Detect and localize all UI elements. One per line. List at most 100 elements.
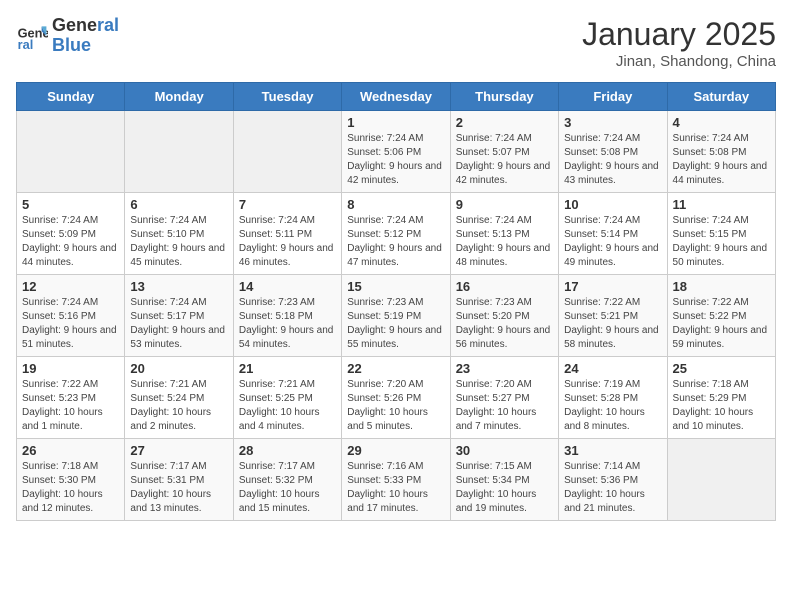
calendar-header-row: SundayMondayTuesdayWednesdayThursdayFrid… [17, 83, 776, 111]
day-header-tuesday: Tuesday [233, 83, 341, 111]
day-header-friday: Friday [559, 83, 667, 111]
day-info: Sunrise: 7:24 AM Sunset: 5:08 PM Dayligh… [564, 132, 661, 188]
day-number: 25 [673, 361, 770, 376]
day-number: 11 [673, 197, 770, 212]
day-info: Sunrise: 7:24 AM Sunset: 5:10 PM Dayligh… [130, 214, 227, 270]
calendar-cell: 26 Sunrise: 7:18 AM Sunset: 5:30 PM Dayli… [17, 439, 125, 521]
day-number: 20 [130, 361, 227, 376]
calendar-cell: 1 Sunrise: 7:24 AM Sunset: 5:06 PM Daylig… [342, 111, 450, 193]
day-info: Sunrise: 7:19 AM Sunset: 5:28 PM Dayligh… [564, 378, 661, 434]
calendar-cell: 13 Sunrise: 7:24 AM Sunset: 5:17 PM Dayli… [125, 275, 233, 357]
day-header-thursday: Thursday [450, 83, 558, 111]
day-info: Sunrise: 7:22 AM Sunset: 5:21 PM Dayligh… [564, 296, 661, 352]
day-number: 21 [239, 361, 336, 376]
day-number: 26 [22, 443, 119, 458]
day-number: 30 [456, 443, 553, 458]
day-info: Sunrise: 7:22 AM Sunset: 5:22 PM Dayligh… [673, 296, 770, 352]
calendar-cell: 2Sunrise: 7:24 AM Sunset: 5:07 PM Daylig… [450, 111, 558, 193]
day-info: Sunrise: 7:24 AM Sunset: 5:11 PM Dayligh… [239, 214, 336, 270]
day-number: 4 [673, 115, 770, 130]
day-header-saturday: Saturday [667, 83, 775, 111]
day-number: 3 [564, 115, 661, 130]
calendar-cell: 18 Sunrise: 7:22 AM Sunset: 5:22 PM Dayli… [667, 275, 775, 357]
calendar-cell: 11 Sunrise: 7:24 AM Sunset: 5:15 PM Dayli… [667, 193, 775, 275]
svg-text:ral: ral [18, 37, 34, 52]
calendar-cell: 23 Sunrise: 7:20 AM Sunset: 5:27 PM Dayli… [450, 357, 558, 439]
calendar-cell: 22Sunrise: 7:20 AM Sunset: 5:26 PM Dayli… [342, 357, 450, 439]
day-number: 7 [239, 197, 336, 212]
day-number: 27 [130, 443, 227, 458]
calendar-cell: 14Sunrise: 7:23 AM Sunset: 5:18 PM Dayli… [233, 275, 341, 357]
calendar-cell [667, 439, 775, 521]
day-info: Sunrise: 7:21 AM Sunset: 5:25 PM Dayligh… [239, 378, 336, 434]
day-number: 1 [347, 115, 444, 130]
calendar-cell: 15 Sunrise: 7:23 AM Sunset: 5:19 PM Dayli… [342, 275, 450, 357]
calendar-cell: 27 Sunrise: 7:17 AM Sunset: 5:31 PM Dayli… [125, 439, 233, 521]
calendar-cell: 31Sunrise: 7:14 AM Sunset: 5:36 PM Dayli… [559, 439, 667, 521]
calendar-cell: 25 Sunrise: 7:18 AM Sunset: 5:29 PM Dayli… [667, 357, 775, 439]
day-header-monday: Monday [125, 83, 233, 111]
day-info: Sunrise: 7:17 AM Sunset: 5:31 PM Dayligh… [130, 460, 227, 516]
calendar-cell: 21 Sunrise: 7:21 AM Sunset: 5:25 PM Dayli… [233, 357, 341, 439]
calendar-cell: 9Sunrise: 7:24 AM Sunset: 5:13 PM Daylig… [450, 193, 558, 275]
calendar-cell: 7 Sunrise: 7:24 AM Sunset: 5:11 PM Daylig… [233, 193, 341, 275]
day-info: Sunrise: 7:20 AM Sunset: 5:26 PM Dayligh… [347, 378, 444, 434]
day-number: 15 [347, 279, 444, 294]
calendar-cell [233, 111, 341, 193]
day-number: 14 [239, 279, 336, 294]
day-info: Sunrise: 7:24 AM Sunset: 5:06 PM Dayligh… [347, 132, 444, 188]
calendar-table: SundayMondayTuesdayWednesdayThursdayFrid… [16, 82, 776, 521]
calendar-cell: 17 Sunrise: 7:22 AM Sunset: 5:21 PM Dayli… [559, 275, 667, 357]
title-block: January 2025 Jinan, Shandong, China [582, 16, 776, 70]
day-info: Sunrise: 7:16 AM Sunset: 5:33 PM Dayligh… [347, 460, 444, 516]
calendar-cell: 3 Sunrise: 7:24 AM Sunset: 5:08 PM Daylig… [559, 111, 667, 193]
day-info: Sunrise: 7:20 AM Sunset: 5:27 PM Dayligh… [456, 378, 553, 434]
calendar-cell: 12Sunrise: 7:24 AM Sunset: 5:16 PM Dayli… [17, 275, 125, 357]
calendar-cell [17, 111, 125, 193]
calendar-week-1: 1 Sunrise: 7:24 AM Sunset: 5:06 PM Daylig… [17, 111, 776, 193]
day-info: Sunrise: 7:24 AM Sunset: 5:09 PM Dayligh… [22, 214, 119, 270]
day-info: Sunrise: 7:15 AM Sunset: 5:34 PM Dayligh… [456, 460, 553, 516]
calendar-week-3: 12Sunrise: 7:24 AM Sunset: 5:16 PM Dayli… [17, 275, 776, 357]
calendar-cell: 16Sunrise: 7:23 AM Sunset: 5:20 PM Dayli… [450, 275, 558, 357]
calendar-cell: 8 Sunrise: 7:24 AM Sunset: 5:12 PM Daylig… [342, 193, 450, 275]
calendar-cell: 30 Sunrise: 7:15 AM Sunset: 5:34 PM Dayli… [450, 439, 558, 521]
day-info: Sunrise: 7:24 AM Sunset: 5:14 PM Dayligh… [564, 214, 661, 270]
day-info: Sunrise: 7:24 AM Sunset: 5:07 PM Dayligh… [456, 132, 553, 188]
day-number: 18 [673, 279, 770, 294]
day-info: Sunrise: 7:24 AM Sunset: 5:13 PM Dayligh… [456, 214, 553, 270]
day-info: Sunrise: 7:24 AM Sunset: 5:17 PM Dayligh… [130, 296, 227, 352]
logo-text: General Blue [52, 16, 119, 56]
day-number: 8 [347, 197, 444, 212]
logo-icon: Gene ral [16, 20, 48, 52]
day-info: Sunrise: 7:24 AM Sunset: 5:16 PM Dayligh… [22, 296, 119, 352]
day-info: Sunrise: 7:18 AM Sunset: 5:29 PM Dayligh… [673, 378, 770, 434]
day-number: 17 [564, 279, 661, 294]
calendar-week-2: 5Sunrise: 7:24 AM Sunset: 5:09 PM Daylig… [17, 193, 776, 275]
calendar-week-5: 26 Sunrise: 7:18 AM Sunset: 5:30 PM Dayli… [17, 439, 776, 521]
day-info: Sunrise: 7:18 AM Sunset: 5:30 PM Dayligh… [22, 460, 119, 516]
day-number: 31 [564, 443, 661, 458]
day-number: 19 [22, 361, 119, 376]
day-number: 13 [130, 279, 227, 294]
calendar-cell [125, 111, 233, 193]
day-info: Sunrise: 7:22 AM Sunset: 5:23 PM Dayligh… [22, 378, 119, 434]
day-number: 10 [564, 197, 661, 212]
calendar-cell: 10 Sunrise: 7:24 AM Sunset: 5:14 PM Dayli… [559, 193, 667, 275]
calendar-cell: 20Sunrise: 7:21 AM Sunset: 5:24 PM Dayli… [125, 357, 233, 439]
calendar-cell: 29 Sunrise: 7:16 AM Sunset: 5:33 PM Dayli… [342, 439, 450, 521]
logo: Gene ral General Blue [16, 16, 119, 56]
day-number: 28 [239, 443, 336, 458]
day-info: Sunrise: 7:24 AM Sunset: 5:12 PM Dayligh… [347, 214, 444, 270]
day-info: Sunrise: 7:24 AM Sunset: 5:15 PM Dayligh… [673, 214, 770, 270]
page-header: Gene ral General Blue January 2025 Jinan… [16, 16, 776, 70]
calendar-cell: 4Sunrise: 7:24 AM Sunset: 5:08 PM Daylig… [667, 111, 775, 193]
day-info: Sunrise: 7:23 AM Sunset: 5:20 PM Dayligh… [456, 296, 553, 352]
page-subtitle: Jinan, Shandong, China [582, 53, 776, 70]
day-number: 29 [347, 443, 444, 458]
day-number: 6 [130, 197, 227, 212]
day-info: Sunrise: 7:23 AM Sunset: 5:19 PM Dayligh… [347, 296, 444, 352]
page-title: January 2025 [582, 16, 776, 53]
day-number: 23 [456, 361, 553, 376]
calendar-cell: 6 Sunrise: 7:24 AM Sunset: 5:10 PM Daylig… [125, 193, 233, 275]
